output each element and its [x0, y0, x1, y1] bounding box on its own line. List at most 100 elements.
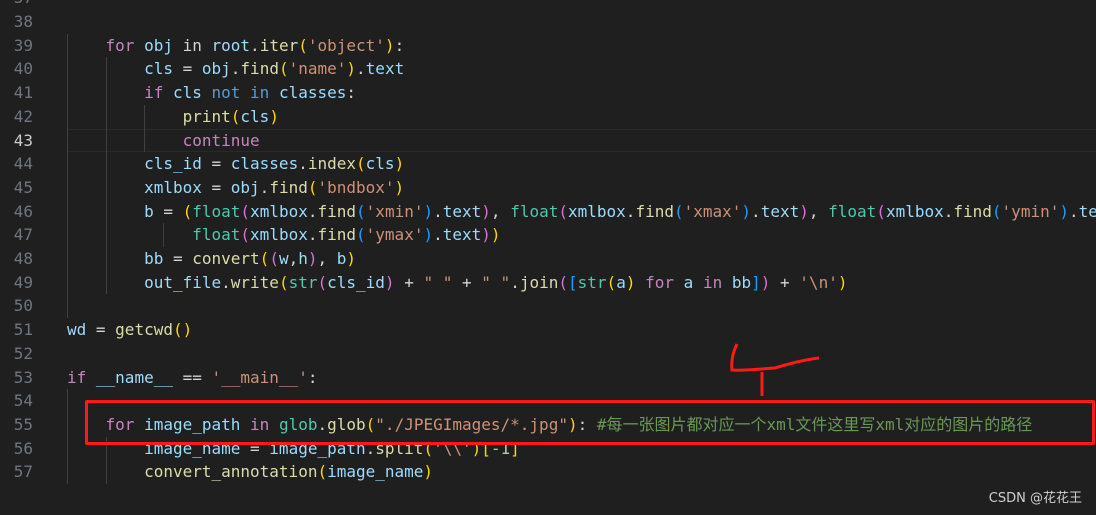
- code-token: ): [346, 59, 357, 79]
- line-number: 52: [13, 343, 33, 363]
- code-token: ): [1059, 201, 1069, 221]
- code-token: 'ymax': [365, 225, 424, 245]
- code-token: =: [201, 177, 231, 197]
- code-token: =: [86, 320, 116, 340]
- code-token: ): [182, 320, 193, 340]
- code-line[interactable]: 52: [0, 342, 1096, 366]
- code-token: ,: [317, 249, 337, 268]
- code-line[interactable]: 39 for obj in root.iter('object'):: [0, 34, 1096, 58]
- code-token: if: [144, 83, 164, 103]
- code-token: xmlbox: [144, 177, 202, 197]
- code-line[interactable]: 44 cls_id = classes.index(cls): [0, 152, 1096, 176]
- line-number: 39: [13, 35, 33, 55]
- code-token: obj: [230, 177, 260, 197]
- line-number: 42: [13, 106, 33, 126]
- code-token: cls: [240, 106, 270, 126]
- code-line[interactable]: 49 out_file.write(str(cls_id) + " " + " …: [0, 271, 1096, 295]
- code-token: in: [172, 35, 212, 55]
- code-token: index: [307, 154, 357, 174]
- line-number: 43: [13, 130, 33, 150]
- code-token: .: [1068, 201, 1079, 221]
- code-token: root: [211, 35, 251, 55]
- code-token: +: [770, 272, 800, 292]
- code-line[interactable]: 46 b = (float(xmlbox.find('xmin').text),…: [0, 200, 1096, 224]
- code-token: convert: [192, 249, 260, 268]
- code-token: .: [221, 272, 231, 292]
- code-token: (: [298, 35, 308, 55]
- code-token: .: [307, 201, 318, 221]
- line-number: 51: [13, 320, 33, 340]
- code-token: (: [558, 272, 568, 292]
- code-text: convert_annotation(image_name): [67, 460, 433, 484]
- code-token: obj: [144, 35, 173, 55]
- code-token: for: [645, 272, 675, 292]
- code-token: cls_id: [144, 154, 202, 174]
- code-token: (: [278, 272, 289, 292]
- code-token: cls_id: [327, 272, 385, 292]
- code-text: for obj in root.iter('object'):: [67, 34, 405, 58]
- line-number: 38: [13, 12, 33, 31]
- code-token: image_name: [327, 462, 424, 482]
- line-number: 55: [13, 414, 33, 434]
- code-token: .: [298, 154, 308, 174]
- line-number: 57: [13, 462, 33, 482]
- line-number: 46: [13, 201, 33, 221]
- code-line[interactable]: 41 if cls not in classes:: [0, 81, 1096, 105]
- code-line[interactable]: 42 print(cls): [0, 105, 1096, 129]
- code-token: ): [394, 154, 405, 174]
- code-token: ): [269, 106, 279, 126]
- code-token: ): [423, 201, 434, 221]
- code-token: obj: [201, 59, 231, 79]
- code-token: float: [510, 201, 559, 221]
- code-token: 'object': [307, 35, 385, 55]
- code-token: (: [673, 201, 684, 221]
- line-number: 50: [13, 296, 33, 316]
- code-token: :: [307, 367, 318, 387]
- code-token: :: [346, 83, 357, 103]
- code-token: xmlbox: [885, 201, 944, 221]
- code-line[interactable]: 48 bb = convert((w,h), b): [0, 247, 1096, 271]
- code-token: ]: [751, 272, 761, 292]
- code-token: 'bndbox': [317, 177, 395, 197]
- code-text: bb = convert((w,h), b): [67, 247, 356, 271]
- code-line[interactable]: 43 continue: [0, 129, 1096, 153]
- code-line[interactable]: 38: [0, 10, 1096, 34]
- line-number: 56: [13, 438, 33, 458]
- code-line[interactable]: 45 xmlbox = obj.find('bndbox'): [0, 176, 1096, 200]
- code-token: join: [519, 272, 559, 292]
- code-token: h: [298, 249, 308, 268]
- code-line[interactable]: 57 convert_annotation(image_name): [0, 460, 1096, 484]
- code-token: bb: [144, 249, 164, 268]
- code-line[interactable]: 40 cls = obj.find('name').text: [0, 57, 1096, 81]
- indent-guide: [67, 389, 68, 484]
- code-token: (: [182, 201, 193, 221]
- code-line[interactable]: 37: [0, 0, 1096, 10]
- code-text: b = (float(xmlbox.find('xmin').text), fl…: [67, 200, 1096, 224]
- code-token: .: [510, 272, 520, 292]
- code-text: if __name__ == '__main__':: [67, 366, 317, 390]
- code-text: if cls not in classes:: [67, 81, 356, 105]
- code-token: ,: [808, 201, 829, 221]
- code-token: bb: [731, 272, 752, 292]
- code-token: write: [230, 272, 279, 292]
- code-line[interactable]: 47 float(xmlbox.find('ymax').text)): [0, 223, 1096, 247]
- code-token: print: [182, 106, 231, 126]
- code-line[interactable]: 50: [0, 294, 1096, 318]
- code-text: wd = getcwd(): [67, 318, 192, 342]
- code-token: " ": [423, 272, 453, 292]
- handwritten-4-annotation: [730, 343, 820, 396]
- code-token: ): [799, 201, 809, 221]
- code-token: .: [259, 177, 270, 197]
- code-token: ): [741, 201, 752, 221]
- code-token: (: [269, 249, 279, 268]
- indent-guide: [163, 223, 165, 247]
- code-token: 'name': [288, 59, 347, 79]
- annotation-highlight-box: [85, 400, 1095, 445]
- code-token: .: [230, 59, 241, 79]
- code-token: (: [356, 225, 366, 245]
- code-line[interactable]: 51 wd = getcwd(): [0, 318, 1096, 342]
- code-line[interactable]: 53 if __name__ == '__main__':: [0, 366, 1096, 390]
- code-token: 'xmin': [365, 201, 424, 221]
